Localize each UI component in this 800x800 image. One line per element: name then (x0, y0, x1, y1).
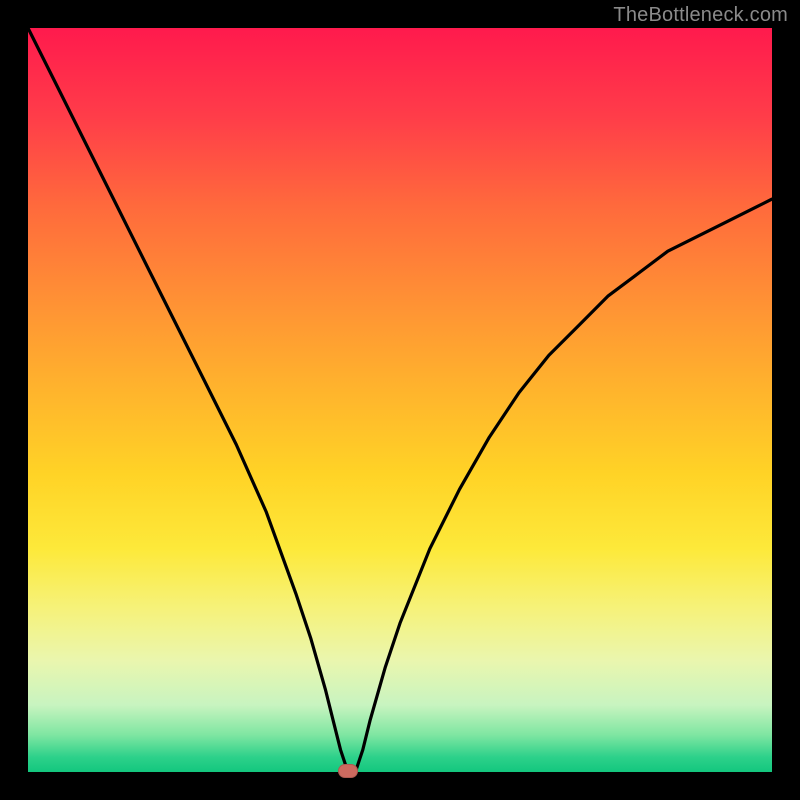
optimal-marker (338, 764, 358, 778)
curve-svg (28, 28, 772, 772)
watermark-text: TheBottleneck.com (613, 4, 788, 27)
bottleneck-curve (28, 28, 772, 772)
plot-area (28, 28, 772, 772)
chart-frame: TheBottleneck.com (0, 0, 800, 800)
